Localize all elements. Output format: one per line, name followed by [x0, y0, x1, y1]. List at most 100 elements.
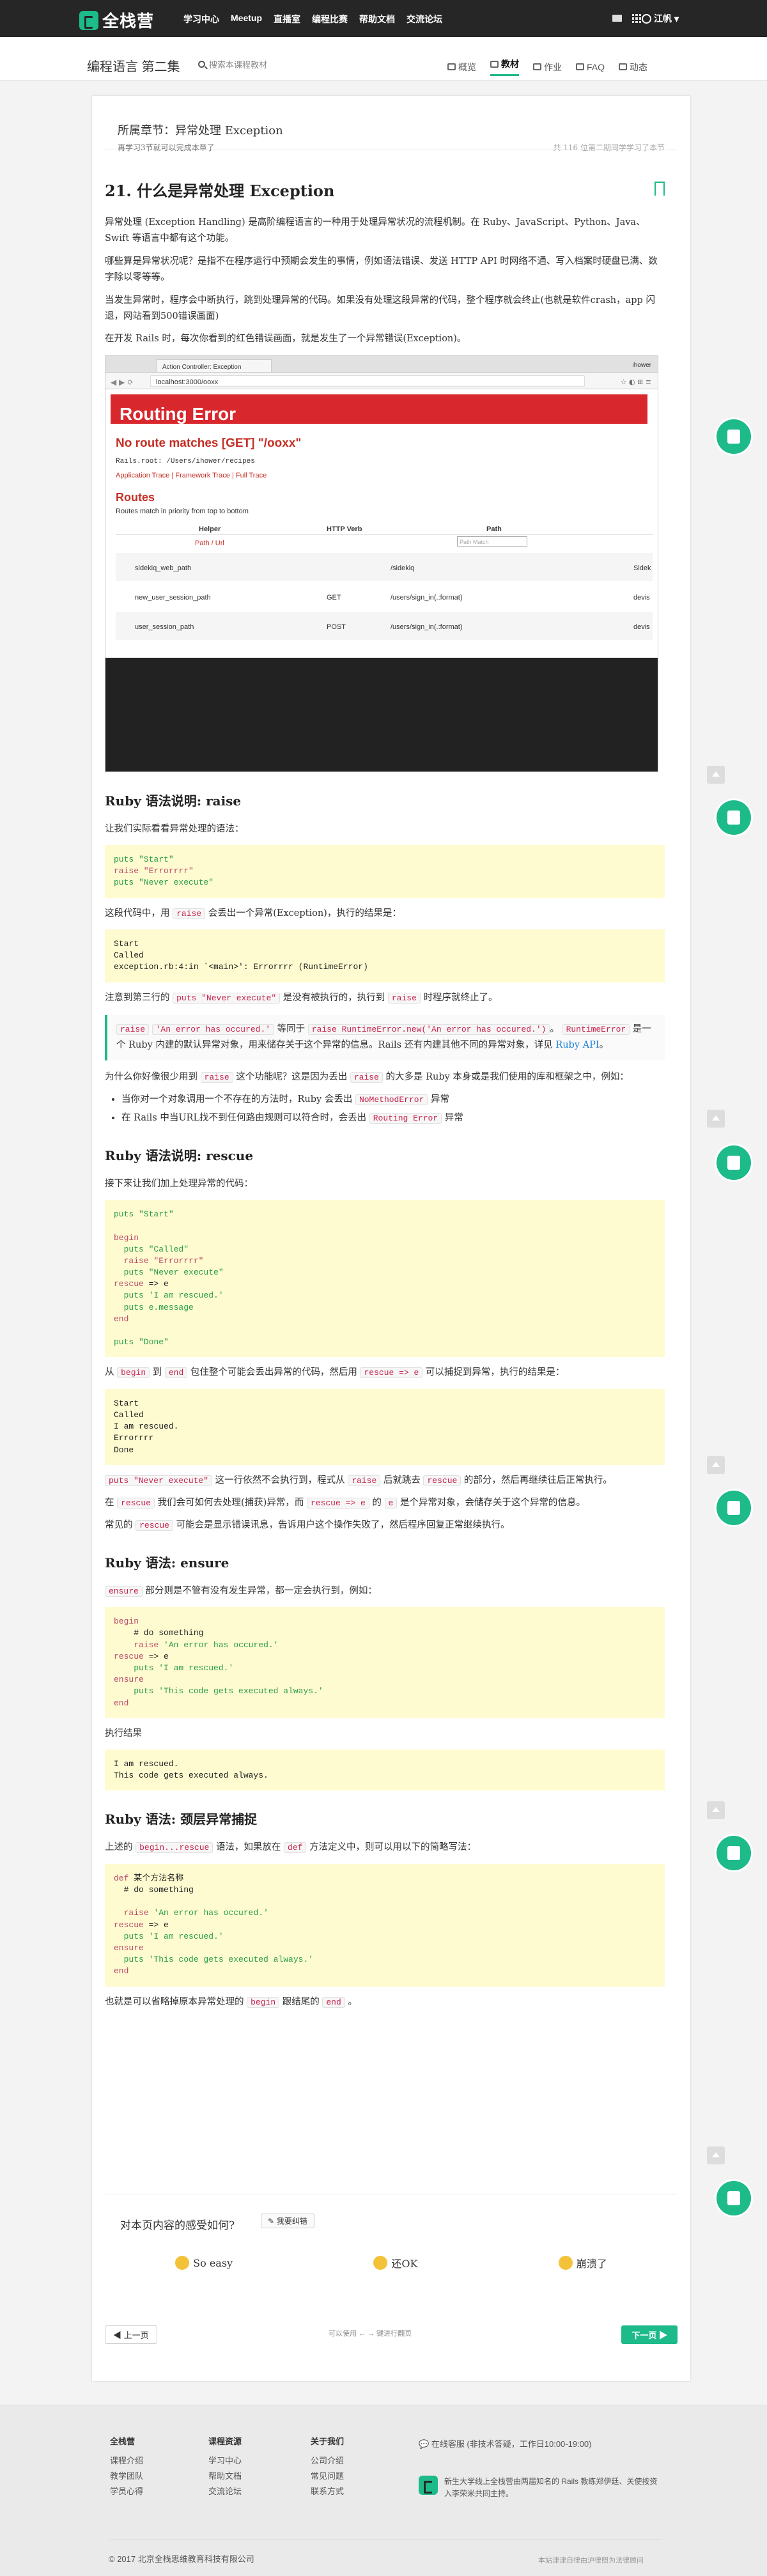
chat-float-icon[interactable] — [717, 2181, 751, 2215]
course-search[interactable]: 搜索本课程教材 — [198, 58, 267, 70]
paragraph: 也就是可以省略掉原本异常处理的 begin 跟结尾的 end 。 — [105, 1996, 357, 2008]
top-navbar: 全栈营 学习中心 Meetup 直播室 编程比赛 帮助文档 交流论坛 江帆 ▾ — [0, 0, 767, 37]
help-icon — [576, 63, 584, 70]
chat-float-icon[interactable] — [717, 1145, 751, 1180]
browser-tab: Action Controller: Exception — [157, 359, 272, 372]
code-block: puts "Start" raise "Errorrrr" puts "Neve… — [105, 845, 665, 898]
paragraph: puts "Never execute" 这一行依然不会执行到，程式从 rais… — [105, 1473, 665, 1489]
next-page-button[interactable]: 下一页 ▶ — [621, 2325, 678, 2344]
scroll-top-icon[interactable] — [707, 1110, 725, 1128]
footer-link[interactable]: 课程介绍 — [110, 2453, 143, 2469]
neutral-face-icon — [373, 2256, 388, 2270]
bookmark-icon[interactable] — [655, 182, 665, 198]
logo-icon — [79, 10, 98, 30]
scroll-top-icon[interactable] — [707, 2146, 725, 2164]
chat-float-icon[interactable] — [717, 1836, 751, 1870]
nav-item-learning-center[interactable]: 学习中心 — [183, 13, 219, 26]
copyright: © 2017 北京全栈思维教育科技有限公司 — [109, 2554, 254, 2564]
bell-icon — [619, 63, 628, 70]
route-row: new_user_session_path GET/users/sign_in(.… — [116, 582, 653, 610]
tab-homework[interactable]: 作业 — [533, 58, 562, 76]
footer-link[interactable]: 学习中心 — [208, 2453, 242, 2469]
footer-link[interactable]: 联系方式 — [311, 2484, 344, 2499]
nav-item-meetup[interactable]: Meetup — [231, 13, 262, 26]
tab-overview[interactable]: 概览 — [447, 58, 476, 76]
routes-subheading: Routes match in priority from top to bot… — [116, 507, 249, 515]
code-output: Start Called exception.rb:4:in `<main>':… — [105, 929, 665, 982]
paragraph: 上述的 begin...rescue 语法，如果放在 def 方法定义中，则可以… — [105, 1842, 477, 1854]
feedback-options: So easy 还OK 崩溃了 — [105, 2255, 678, 2270]
code-block: begin # do something raise 'An error has… — [105, 1607, 665, 1718]
route-row: sidekiq_web_path/sidekiq Sidek — [116, 552, 653, 581]
paragraph: ensure 部分则是不管有没有发生异常，都一定会执行到，例如： — [105, 1583, 665, 1599]
chat-float-icon[interactable] — [717, 1491, 751, 1525]
scroll-top-icon[interactable] — [707, 766, 725, 784]
nav-item-live-room[interactable]: 直播室 — [274, 13, 300, 26]
footer-col-bootcamp: 全栈营 课程介绍 教学团队 学员心得 — [110, 2434, 143, 2499]
browser-url: localhost:3000/ooxx — [150, 375, 585, 387]
ruby-api-link[interactable]: Ruby API — [555, 1040, 599, 1050]
chapter-title[interactable]: 所属章节：异常处理 Exception — [118, 121, 283, 138]
nav-item-contest[interactable]: 编程比赛 — [312, 13, 348, 26]
feedback-so-easy[interactable]: So easy — [175, 2255, 233, 2270]
chat-float-icon[interactable] — [717, 800, 751, 835]
site-logo[interactable]: 全栈营 — [79, 8, 154, 32]
list-item: 在 Rails 中当URL找不到任何路由规则可以符合时，会丢出 Routing … — [121, 1110, 665, 1126]
scroll-top-icon[interactable] — [707, 1456, 725, 1474]
code-block: def 某个方法名称 # do something raise 'An erro… — [105, 1863, 665, 1987]
code-output: Start Called I am rescued. Errorrrr Done — [105, 1388, 665, 1465]
footer-link[interactable]: 常见问题 — [311, 2469, 344, 2484]
footer-link[interactable]: 公司介绍 — [311, 2453, 344, 2469]
nav-item-help-docs[interactable]: 帮助文档 — [359, 13, 395, 26]
footer-link[interactable]: 帮助文档 — [208, 2469, 242, 2484]
feedback-crashed[interactable]: 崩溃了 — [558, 2255, 607, 2270]
footer-link[interactable]: 交流论坛 — [208, 2484, 242, 2499]
helper-toggle[interactable]: Path / Url — [195, 538, 224, 550]
web-console — [105, 657, 658, 772]
footer-description: 新生大学线上全栈营由两届知名的 Rails 教练郑伊廷、关使按资入李荣米共同主持… — [419, 2476, 662, 2500]
browser-nav-icons: ◀ ▶ ⟳ — [111, 377, 134, 387]
section-heading-rescue: Ruby 语法说明: rescue — [105, 1147, 254, 1163]
footer-col-about: 关于我们 公司介绍 常见问题 联系方式 — [311, 2434, 344, 2499]
tab-faq[interactable]: FAQ — [576, 58, 605, 76]
routes-col-path: Path — [486, 525, 502, 533]
course-title: 编程语言 第二集 — [87, 60, 180, 74]
code-output: I am rescued. This code gets executed al… — [105, 1750, 665, 1791]
routes-col-verb: HTTP Verb — [327, 525, 362, 533]
section-heading-ensure: Ruby 语法: ensure — [105, 1555, 229, 1571]
browser-toolbar-icons: ☆ ◐ ⊞ ≡ — [620, 377, 651, 386]
apps-grid-icon[interactable] — [632, 14, 641, 23]
path-match-input[interactable]: Path Match — [457, 536, 527, 547]
report-error-button[interactable]: ✎ 我要纠错 — [261, 2214, 314, 2228]
section-heading-method-rescue: Ruby 语法: 颈层异常捕捉 — [105, 1812, 258, 1827]
feedback-ok[interactable]: 还OK — [373, 2255, 417, 2270]
logo-text: 全栈营 — [102, 12, 155, 31]
chat-float-icon[interactable] — [717, 419, 751, 454]
paragraph: 在 rescue 我们会可如何去处理(捕获)异常，而 rescue => e 的… — [105, 1498, 585, 1509]
scroll-top-icon[interactable] — [707, 1801, 725, 1819]
routing-error-screenshot: Action Controller: Exception ihower ◀ ▶ … — [105, 355, 658, 772]
code-block: puts "Start" begin puts "Called" raise "… — [105, 1200, 665, 1358]
footer-link[interactable]: 教学团队 — [110, 2469, 143, 2484]
tab-activity[interactable]: 动态 — [619, 58, 647, 76]
chapter-progress: 再学习3节就可以完成本章了 — [118, 143, 215, 152]
user-menu[interactable]: 江帆 ▾ — [642, 12, 679, 25]
paragraph: 哪些算是异常状况呢？是指不在程序运行中预期会发生的事情，例如语法错误、发送 HT… — [105, 256, 658, 283]
article-title: 21. 什么是异常处理 Exception — [105, 178, 665, 205]
article-content: 21. 什么是异常处理 Exception 异常处理 (Exception Ha… — [105, 178, 665, 2017]
paragraph: 注意到第三行的 puts "Never execute" 是没有被执行的，执行到… — [105, 992, 498, 1004]
pencil-icon: ✎ — [268, 2217, 277, 2226]
note-block: raise 'An error has occured.' 等同于 raise … — [105, 1014, 665, 1060]
error-headline: No route matches [GET] "/ooxx" — [116, 436, 302, 450]
search-placeholder[interactable]: 搜索本课程教材 — [209, 58, 267, 70]
footer-link[interactable]: 学员心得 — [110, 2484, 143, 2499]
tab-materials[interactable]: 教材 — [490, 58, 519, 76]
paragraph: 常见的 rescue 可能会是显示错误讯息，告诉用户这个操作失败了，然后程序回复… — [105, 1520, 510, 1532]
main-nav: 学习中心 Meetup 直播室 编程比赛 帮助文档 交流论坛 — [183, 13, 442, 26]
online-service[interactable]: 💬 在线客服 (非技术答疑，工作日10:00-19:00) — [419, 2437, 591, 2449]
mail-icon[interactable] — [612, 15, 622, 22]
browser-profile: ihower — [632, 361, 651, 369]
trace-links[interactable]: Application Trace | Framework Trace | Fu… — [116, 470, 267, 482]
prev-page-button[interactable]: ◀ 上一页 — [105, 2325, 157, 2344]
nav-item-forum[interactable]: 交流论坛 — [407, 13, 442, 26]
